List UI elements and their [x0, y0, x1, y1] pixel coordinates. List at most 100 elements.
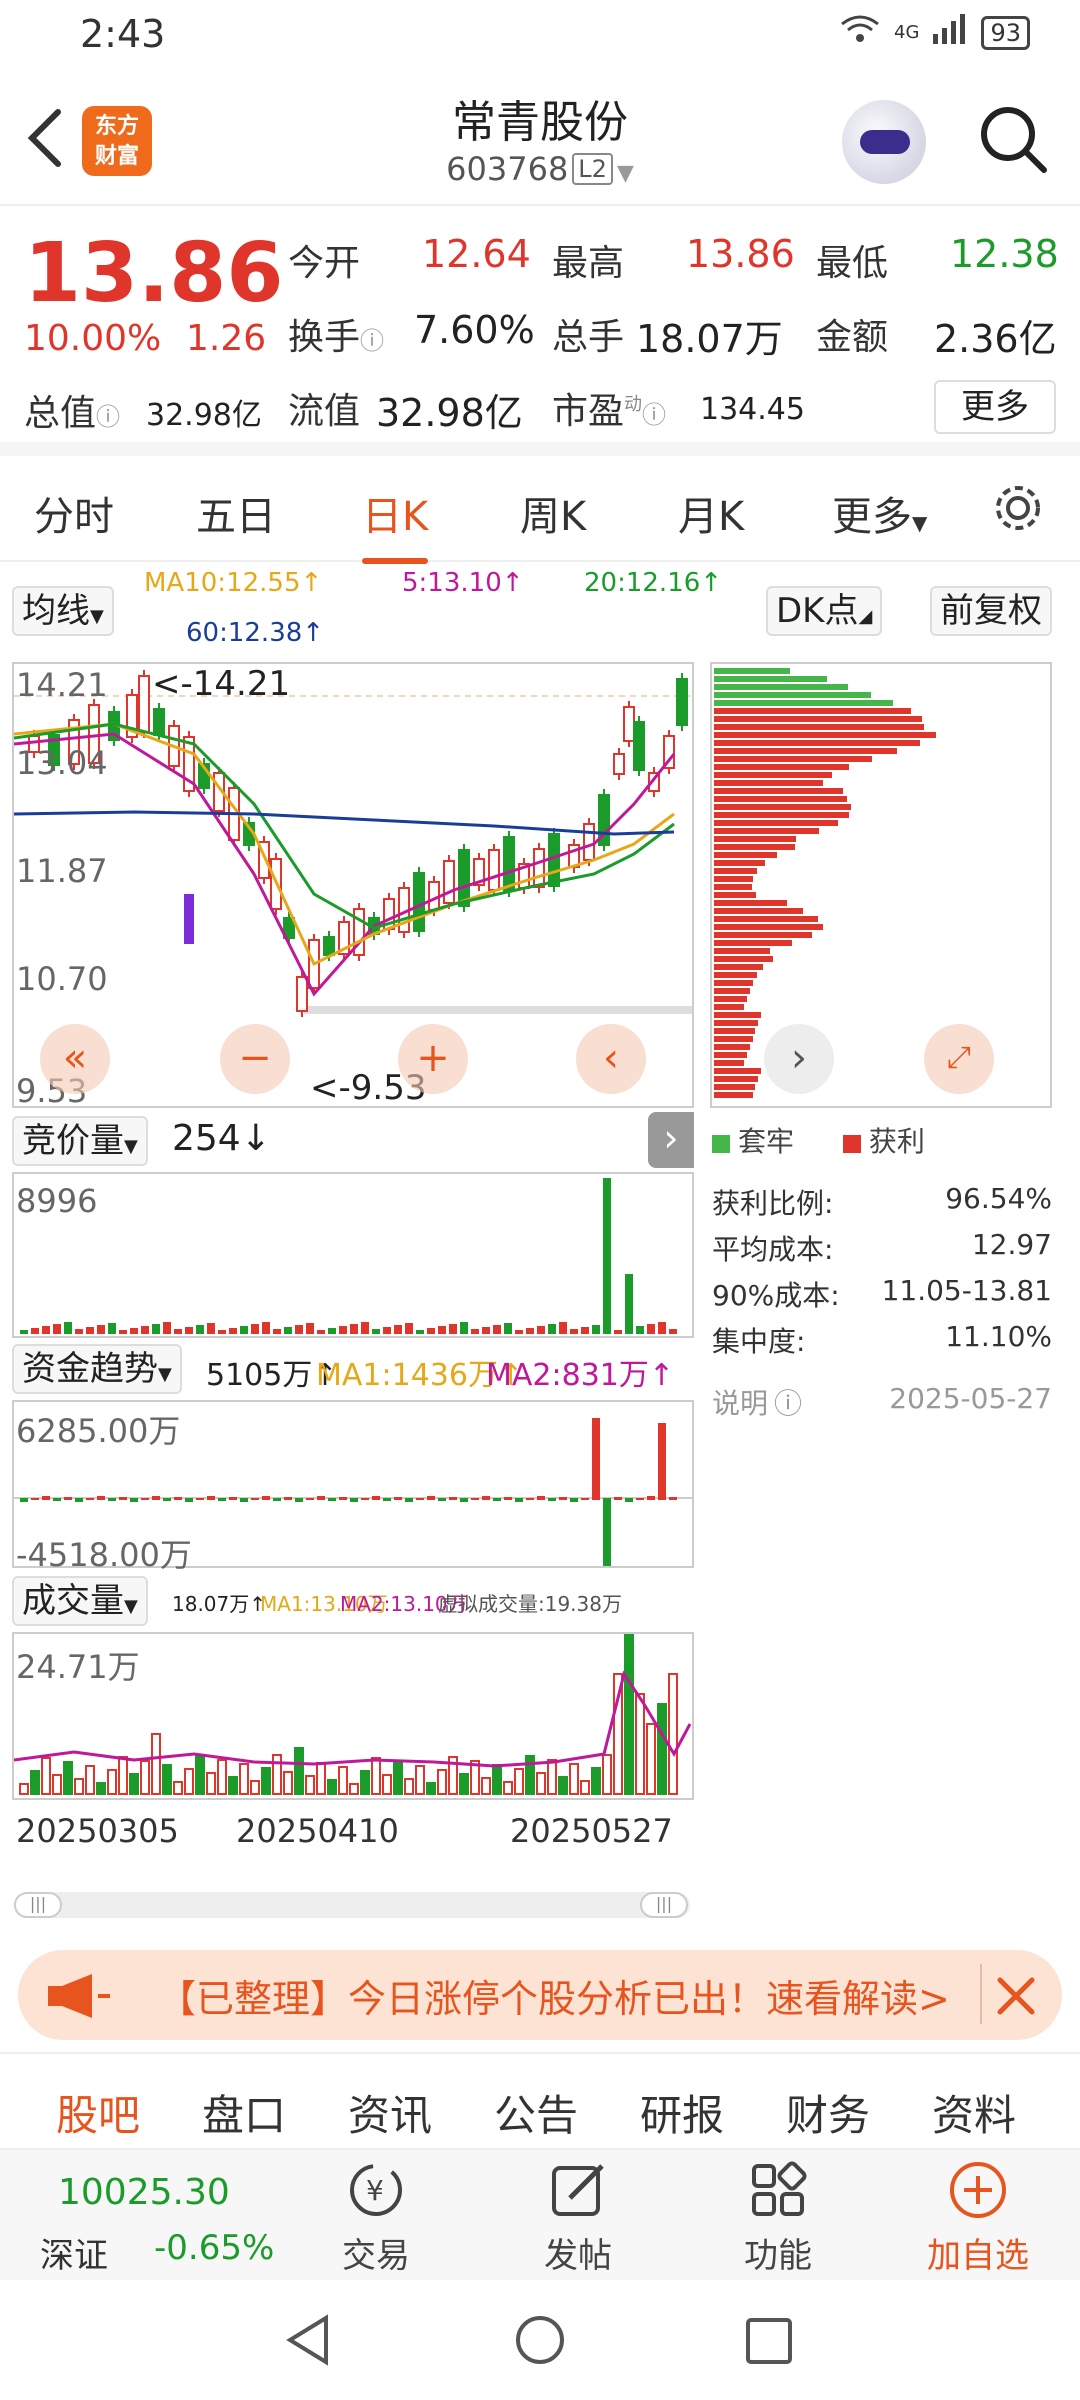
- zoom-out-button[interactable]: −: [220, 1024, 290, 1094]
- volume-bar: [415, 1765, 425, 1795]
- date-mid: 20250410: [236, 1812, 399, 1850]
- dk-select[interactable]: DK点◢: [766, 586, 883, 636]
- auction-bar: [361, 1322, 369, 1334]
- candle: [323, 936, 335, 956]
- chevron-down-icon: ▼: [616, 161, 634, 186]
- nav-back-icon[interactable]: [280, 2312, 336, 2372]
- index-widget[interactable]: 10025.30 深证 -0.65%: [0, 2150, 300, 2280]
- virtual-volume: 虚拟成交量:19.38万: [438, 1592, 622, 1616]
- fund-bar: [251, 1498, 259, 1500]
- open-value: 12.64: [422, 232, 531, 276]
- auction-bar: [482, 1327, 490, 1334]
- more-button[interactable]: 更多: [934, 380, 1056, 434]
- chip-bar: [714, 892, 756, 898]
- nav-home-icon[interactable]: [512, 2312, 568, 2372]
- tab-daily-k[interactable]: 日K: [362, 484, 429, 564]
- fund-select[interactable]: 资金趋势▼: [12, 1344, 182, 1394]
- auction-bar: [647, 1324, 655, 1334]
- tab-guba[interactable]: 股吧: [56, 2082, 140, 2143]
- index-name: 深证: [40, 2236, 108, 2276]
- ma60-value: 60:12.38↑: [186, 618, 325, 648]
- open-label: 今开: [288, 243, 361, 284]
- fund-bar: [262, 1496, 270, 1500]
- search-icon[interactable]: [976, 102, 1050, 176]
- nav-recents-icon[interactable]: [742, 2314, 798, 2374]
- tab-announce[interactable]: 公告: [494, 2082, 578, 2143]
- close-icon[interactable]: [986, 1962, 1046, 2026]
- ma-select[interactable]: 均线▼: [12, 586, 114, 636]
- banner-text[interactable]: 【已整理】今日涨停个股分析已出！速看解读>: [158, 1968, 978, 2023]
- scroll-handle-left[interactable]: |||: [14, 1892, 62, 1918]
- chip-bar: [714, 916, 818, 922]
- chip-bar: [714, 860, 765, 866]
- fund-bar: [658, 1423, 666, 1500]
- kline-chart[interactable]: 14.21 13.04 11.87 10.70 9.53 <-14.21 <-9…: [12, 662, 694, 1110]
- chip-bar: [714, 756, 872, 762]
- expand-icon[interactable]: ⤢: [924, 1024, 994, 1094]
- tab-pankou[interactable]: 盘口: [202, 2082, 286, 2143]
- tab-weekly-k[interactable]: 周K: [520, 484, 586, 542]
- support-band: [304, 1006, 692, 1014]
- volume-bar: [459, 1773, 469, 1795]
- volume-bar: [305, 1775, 315, 1795]
- volume-bar: [580, 1780, 590, 1795]
- tab-more[interactable]: 更多▼: [832, 484, 927, 542]
- candle: [613, 753, 625, 775]
- chip-bar: [714, 772, 832, 778]
- info-icon[interactable]: ⓘ: [360, 327, 384, 355]
- candle: [488, 849, 500, 891]
- period-tabs: 分时 五日 日K 周K 月K 更多▼: [0, 458, 1080, 564]
- scroll-handle-right[interactable]: |||: [640, 1892, 688, 1918]
- zoom-in-button[interactable]: +: [398, 1024, 468, 1094]
- candle: [503, 836, 515, 892]
- add-watchlist-button[interactable]: 加自选: [908, 2158, 1048, 2277]
- fund-bar: [42, 1496, 50, 1500]
- volume-select[interactable]: 成交量▼: [12, 1576, 148, 1626]
- auction-bar: [75, 1329, 83, 1334]
- info-icon[interactable]: ⓘ: [642, 401, 666, 429]
- rewind-button[interactable]: «: [40, 1024, 110, 1094]
- auction-select[interactable]: 竞价量▼: [12, 1116, 148, 1166]
- auction-bar: [53, 1324, 61, 1334]
- assistant-avatar[interactable]: [842, 100, 926, 184]
- post-button[interactable]: 发帖: [508, 2158, 648, 2277]
- chip-bar: [714, 1076, 758, 1082]
- chip-note-link[interactable]: 说明: [712, 1387, 768, 1420]
- high-value: 13.86: [686, 232, 795, 276]
- candle: [676, 678, 688, 726]
- fund-bar: [64, 1497, 72, 1500]
- move-left-button[interactable]: ‹: [576, 1024, 646, 1094]
- tab-intraday[interactable]: 分时: [34, 484, 114, 542]
- info-icon[interactable]: ⓘ: [96, 403, 120, 431]
- chip-next-button[interactable]: ›: [764, 1024, 834, 1094]
- ma60-line: [13, 810, 675, 836]
- function-button[interactable]: 功能: [708, 2158, 848, 2277]
- auction-canvas: [20, 1178, 677, 1334]
- fund-trend-chart: 6285.00万 -4518.00万: [12, 1400, 694, 1580]
- news-banner[interactable]: 【已整理】今日涨停个股分析已出！速看解读>: [18, 1950, 1062, 2040]
- trade-button[interactable]: ¥ 交易: [306, 2158, 446, 2277]
- amount-value: 2.36亿: [934, 317, 1057, 361]
- tab-research[interactable]: 研报: [640, 2082, 724, 2143]
- expand-panel-button[interactable]: ›: [648, 1112, 694, 1168]
- candle: [138, 675, 150, 733]
- fund-bar: [284, 1497, 292, 1500]
- trap-swatch: [712, 1135, 730, 1153]
- tab-five-day[interactable]: 五日: [196, 484, 276, 542]
- auction-bar: [581, 1327, 589, 1334]
- level-badge: L2: [572, 153, 613, 185]
- adjust-select[interactable]: 前复权: [930, 586, 1052, 636]
- tab-news[interactable]: 资讯: [348, 2082, 432, 2143]
- caret-down-icon: ▼: [912, 511, 928, 535]
- y-label-4: 10.70: [16, 960, 108, 998]
- auction-bar: [460, 1322, 468, 1334]
- tab-finance[interactable]: 财务: [786, 2082, 870, 2143]
- tab-monthly-k[interactable]: 月K: [678, 484, 744, 542]
- gear-icon[interactable]: [988, 478, 1048, 538]
- fund-bar: [548, 1498, 556, 1501]
- fund-bar: [383, 1498, 391, 1501]
- chart-scrollbar[interactable]: ||| |||: [14, 1892, 690, 1918]
- info-icon[interactable]: ⓘ: [774, 1387, 802, 1420]
- chip-bar: [714, 908, 803, 914]
- tab-profile[interactable]: 资料: [932, 2082, 1016, 2143]
